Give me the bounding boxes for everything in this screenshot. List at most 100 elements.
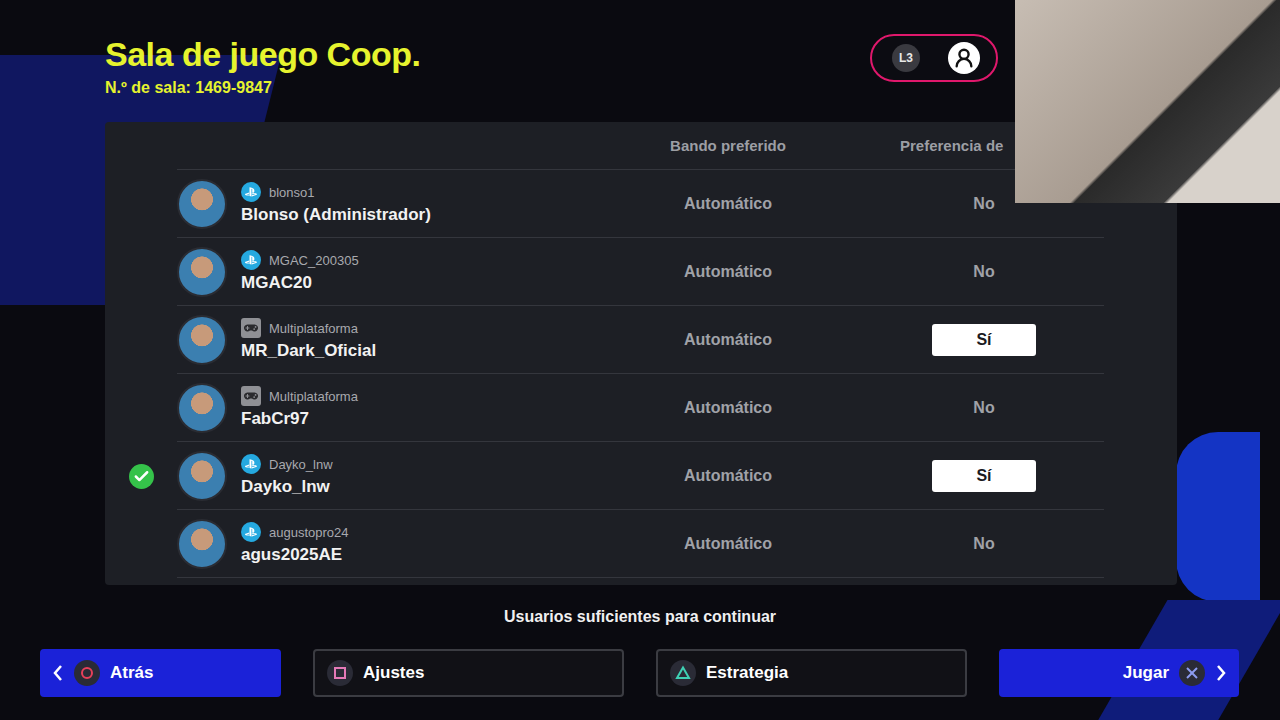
player-cell: augustopro24 agus2025AE — [177, 519, 620, 569]
settings-button[interactable]: Ajustes — [313, 649, 624, 697]
chevron-left-icon — [52, 664, 64, 682]
player-row[interactable]: Multiplataforma MR_Dark_Oficial Automático… — [105, 306, 1104, 374]
player-name: Dayko_lnw — [241, 477, 333, 497]
table-header: Bando preferidoPreferencia de — [105, 122, 1104, 170]
player-cell: Dayko_lnw Dayko_lnw — [177, 451, 620, 501]
screen-title: Sala de juego Coop. — [105, 34, 420, 75]
gamepad-icon — [241, 318, 261, 338]
side-cell: Automático — [620, 467, 836, 485]
preference-value: No — [932, 392, 1036, 424]
side-cell: Automático — [620, 195, 836, 213]
row-line: augustopro24 agus2025AE Automático No — [177, 510, 1104, 578]
column-header: Bando preferido — [620, 137, 836, 154]
preference-value: Sí — [932, 460, 1036, 492]
button-label: Estrategia — [706, 663, 788, 683]
preference-value: No — [932, 256, 1036, 288]
platform-label: MGAC_200305 — [269, 253, 359, 268]
player-text: Multiplataforma FabCr97 — [241, 386, 358, 429]
webcam-overlay — [1015, 0, 1280, 203]
platform-line: Multiplataforma — [241, 386, 358, 406]
platform-label: Multiplataforma — [269, 389, 358, 404]
preference-cell: No — [864, 256, 1104, 288]
player-row[interactable]: Multiplataforma FabCr97 Automático No — [105, 374, 1104, 442]
preference-value: Sí — [932, 324, 1036, 356]
playstation-icon — [241, 182, 261, 202]
player-cell: Multiplataforma MR_Dark_Oficial — [177, 315, 620, 365]
platform-label: augustopro24 — [269, 525, 349, 540]
preference-cell: No — [864, 392, 1104, 424]
player-row[interactable]: augustopro24 agus2025AE Automático No — [105, 510, 1104, 578]
gamepad-icon — [241, 386, 261, 406]
platform-line: MGAC_200305 — [241, 250, 359, 270]
check-cell — [105, 374, 177, 442]
platform-line: Dayko_lnw — [241, 454, 333, 474]
profile-button[interactable]: L3 — [870, 34, 998, 82]
platform-label: blonso1 — [269, 185, 315, 200]
preference-value: No — [932, 528, 1036, 560]
playstation-icon — [241, 522, 261, 542]
side-cell: Automático — [620, 535, 836, 553]
preference-cell: Sí — [864, 460, 1104, 492]
check-cell — [105, 510, 177, 578]
coop-room-screen: Sala de juego Coop. N.º de sala: 1469-984… — [0, 0, 1280, 720]
platform-label: Dayko_lnw — [269, 457, 333, 472]
avatar — [177, 383, 227, 433]
square-key-icon — [327, 660, 353, 686]
cross-key-icon — [1179, 660, 1205, 686]
play-button[interactable]: Jugar — [999, 649, 1239, 697]
background-shape — [1176, 432, 1260, 602]
side-cell: Automático — [620, 331, 836, 349]
title-block: Sala de juego Coop. N.º de sala: 1469-984… — [105, 34, 420, 97]
row-line: Multiplataforma FabCr97 Automático No — [177, 374, 1104, 442]
player-text: augustopro24 agus2025AE — [241, 522, 349, 565]
check-cell — [105, 122, 177, 170]
row-line: Multiplataforma MR_Dark_Oficial Automático… — [177, 306, 1104, 374]
preference-cell: No — [864, 528, 1104, 560]
key-badge: L3 — [892, 44, 920, 72]
playstation-icon — [241, 250, 261, 270]
check-cell — [105, 442, 177, 510]
playstation-icon — [241, 454, 261, 474]
check-cell — [105, 170, 177, 238]
player-name: Blonso (Administrador) — [241, 205, 431, 225]
back-button[interactable]: Atrás — [40, 649, 281, 697]
player-cell: blonso1 Blonso (Administrador) — [177, 179, 620, 229]
avatar — [177, 451, 227, 501]
avatar — [177, 519, 227, 569]
triangle-key-icon — [670, 660, 696, 686]
row-line: MGAC_200305 MGAC20 Automático No — [177, 238, 1104, 306]
button-label: Jugar — [1123, 663, 1169, 683]
player-row[interactable]: Dayko_lnw Dayko_lnw Automático Sí — [105, 442, 1104, 510]
avatar — [177, 179, 227, 229]
player-row[interactable]: blonso1Blonso (Administrador)AutomáticoN… — [105, 170, 1104, 238]
check-cell — [105, 238, 177, 306]
user-icon — [948, 42, 980, 74]
circle-key-icon — [74, 660, 100, 686]
room-number: N.º de sala: 1469-9847 — [105, 79, 420, 97]
row-line: blonso1Blonso (Administrador)AutomáticoN… — [177, 170, 1104, 238]
player-cell: MGAC_200305 MGAC20 — [177, 247, 620, 297]
player-text: blonso1 Blonso (Administrador) — [241, 182, 431, 225]
player-text: MGAC_200305 MGAC20 — [241, 250, 359, 293]
player-text: Multiplataforma MR_Dark_Oficial — [241, 318, 376, 361]
header-line: Bando preferidoPreferencia de — [177, 122, 1104, 170]
player-text: Dayko_lnw Dayko_lnw — [241, 454, 333, 497]
strategy-button[interactable]: Estrategia — [656, 649, 967, 697]
side-cell: Automático — [620, 399, 836, 417]
player-name: agus2025AE — [241, 545, 349, 565]
button-label: Ajustes — [363, 663, 424, 683]
chevron-right-icon — [1215, 664, 1227, 682]
player-row[interactable]: MGAC_200305 MGAC20 Automático No — [105, 238, 1104, 306]
button-bar: Atrás Ajustes Estrategia Jugar — [0, 649, 1280, 697]
platform-line: blonso1 — [241, 182, 431, 202]
avatar — [177, 247, 227, 297]
button-label: Atrás — [110, 663, 153, 683]
check-icon — [129, 464, 154, 489]
player-name: FabCr97 — [241, 409, 358, 429]
player-name: MR_Dark_Oficial — [241, 341, 376, 361]
side-cell: Automático — [620, 263, 836, 281]
platform-label: Multiplataforma — [269, 321, 358, 336]
player-name: MGAC20 — [241, 273, 359, 293]
platform-line: Multiplataforma — [241, 318, 376, 338]
preference-cell: Sí — [864, 324, 1104, 356]
